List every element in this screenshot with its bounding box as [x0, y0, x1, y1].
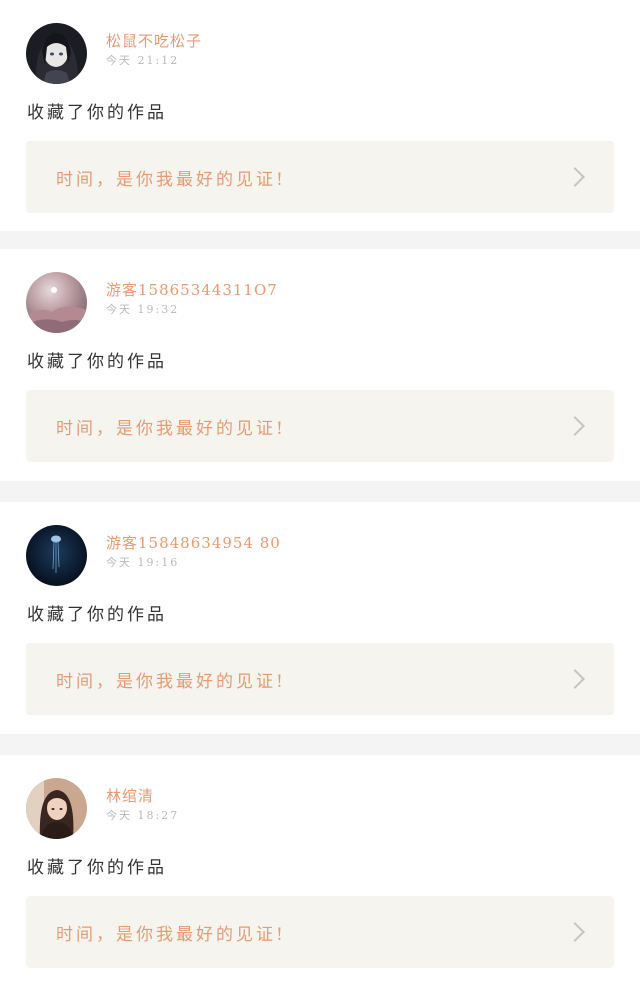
avatar-woman-portrait-icon	[26, 777, 87, 839]
chevron-right-icon	[565, 922, 585, 942]
work-title: 时间，是你我最好的见证!	[56, 924, 286, 945]
avatar[interactable]	[26, 271, 87, 333]
notification-header: 游客15848634954 80 今天 19:16	[26, 524, 281, 586]
work-link[interactable]: 时间，是你我最好的见证!	[26, 141, 614, 213]
avatar-pink-sky-icon	[26, 271, 87, 333]
username[interactable]: 林绾清	[106, 786, 179, 806]
work-title: 时间，是你我最好的见证!	[56, 418, 286, 439]
avatar[interactable]	[26, 524, 87, 586]
notification-header: 松鼠不吃松子 今天 21:12	[26, 22, 202, 84]
work-link[interactable]: 时间，是你我最好的见证!	[26, 390, 614, 462]
chevron-right-icon	[565, 416, 585, 436]
work-title: 时间，是你我最好的见证!	[56, 671, 286, 692]
timestamp: 今天 18:27	[106, 809, 180, 822]
username[interactable]: 松鼠不吃松子	[106, 31, 202, 51]
chevron-right-icon	[565, 669, 585, 689]
username[interactable]: 游客15865344311O7	[106, 280, 278, 300]
timestamp: 今天 19:16	[106, 556, 180, 569]
work-title: 时间，是你我最好的见证!	[56, 169, 286, 190]
avatar[interactable]	[26, 777, 87, 839]
notification-card: 游客15865344311O7 今天 19:32 收藏了你的作品 时间，是你我最…	[0, 249, 640, 481]
timestamp: 今天 21:12	[106, 54, 180, 67]
avatar-jellyfish-icon	[26, 524, 87, 586]
notification-card: 松鼠不吃松子 今天 21:12 收藏了你的作品 时间，是你我最好的见证!	[0, 0, 640, 231]
chevron-right-icon	[565, 167, 585, 187]
timestamp: 今天 19:32	[106, 303, 180, 316]
notification-feed: 松鼠不吃松子 今天 21:12 收藏了你的作品 时间，是你我最好的见证! 游客1…	[0, 0, 640, 987]
notification-card: 游客15848634954 80 今天 19:16 收藏了你的作品 时间，是你我…	[0, 502, 640, 734]
work-link[interactable]: 时间，是你我最好的见证!	[26, 643, 614, 715]
work-link[interactable]: 时间，是你我最好的见证!	[26, 896, 614, 968]
action-text: 收藏了你的作品	[27, 858, 167, 878]
notification-card: 林绾清 今天 18:27 收藏了你的作品 时间，是你我最好的见证!	[0, 755, 640, 987]
action-text: 收藏了你的作品	[27, 605, 167, 625]
notification-header: 林绾清 今天 18:27	[26, 777, 179, 839]
avatar-dark-hair-girl-icon	[26, 22, 87, 84]
action-text: 收藏了你的作品	[27, 352, 167, 372]
action-text: 收藏了你的作品	[27, 103, 167, 123]
username[interactable]: 游客15848634954 80	[106, 533, 281, 553]
avatar[interactable]	[26, 22, 87, 84]
notification-header: 游客15865344311O7 今天 19:32	[26, 271, 278, 333]
